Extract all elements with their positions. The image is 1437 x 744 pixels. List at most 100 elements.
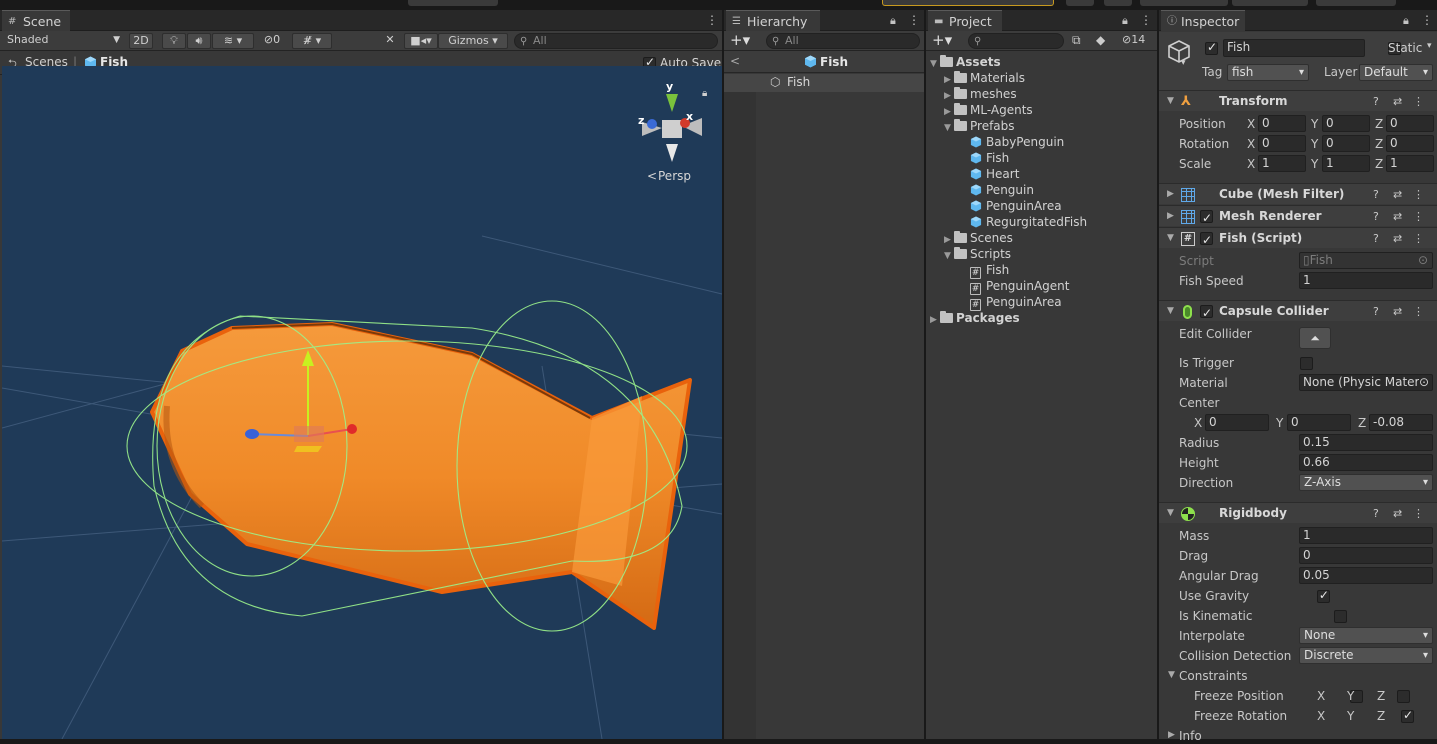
center-y-field[interactable]: 0 xyxy=(1287,414,1351,431)
rotation-y-field[interactable]: 0 xyxy=(1322,135,1370,152)
chevron-down-icon[interactable]: ▾ xyxy=(1427,41,1432,51)
cloud-button[interactable] xyxy=(1066,0,1094,6)
project-tree-item[interactable]: ▶Packages xyxy=(930,310,1020,326)
component-menu-icon[interactable]: ⋮ xyxy=(1413,184,1424,205)
freeze-position-y-checkbox[interactable] xyxy=(1397,690,1410,703)
tab-scene[interactable]: # Scene xyxy=(2,10,70,31)
scene-search-input[interactable]: ⚲All xyxy=(514,33,718,49)
inspector-menu-icon[interactable]: ⋮ xyxy=(1421,13,1429,27)
preset-icon[interactable]: ⇄ xyxy=(1393,503,1402,524)
help-icon[interactable]: ? xyxy=(1373,228,1379,249)
layer-dropdown[interactable]: Default xyxy=(1359,64,1433,81)
preset-icon[interactable]: ⇄ xyxy=(1393,91,1402,112)
scale-z-field[interactable]: 1 xyxy=(1386,155,1434,172)
help-icon[interactable]: ? xyxy=(1373,301,1379,322)
gameobject-cube-icon[interactable] xyxy=(1165,38,1193,66)
layers-dropdown[interactable] xyxy=(1232,0,1308,6)
shading-mode-dropdown[interactable]: Shaded ▼ xyxy=(3,33,123,49)
lock-icon[interactable]: 🔒︎ xyxy=(1403,14,1413,26)
fish-script-enabled-checkbox[interactable] xyxy=(1200,232,1213,245)
effects-dropdown[interactable]: ≋ ▾ xyxy=(212,33,254,49)
material-field[interactable]: None (Physic Mater ⊙ xyxy=(1299,374,1433,391)
gizmos-dropdown[interactable]: Gizmos ▾ xyxy=(438,33,508,49)
is-trigger-checkbox[interactable] xyxy=(1300,357,1313,370)
mesh-renderer-header[interactable]: ▶ Mesh Renderer ?⇄⋮ xyxy=(1159,205,1437,226)
foldout-open-icon[interactable]: ▼ xyxy=(930,56,940,72)
project-tree-item[interactable]: Heart xyxy=(970,166,1019,182)
component-menu-icon[interactable]: ⋮ xyxy=(1413,91,1424,112)
project-tree-item[interactable]: ▼Prefabs xyxy=(944,118,1015,134)
create-button[interactable]: +▾ xyxy=(932,31,952,49)
active-checkbox[interactable] xyxy=(1205,42,1218,55)
project-tree-item[interactable]: ▶Scenes xyxy=(944,230,1013,246)
freeze-rotation-x-checkbox[interactable] xyxy=(1401,710,1414,723)
project-tree-item[interactable]: ▼Scripts xyxy=(944,246,1011,262)
audio-toggle[interactable]: 🔊︎ xyxy=(187,33,211,49)
scene-viewport[interactable]: y x z 🔒︎ < Persp xyxy=(2,66,722,739)
center-x-field[interactable]: 0 xyxy=(1205,414,1269,431)
foldout-closed-icon[interactable]: ▶ xyxy=(930,312,940,328)
foldout-open-icon[interactable]: ▼ xyxy=(1168,670,1175,680)
object-picker-icon[interactable]: ⊙ xyxy=(1419,375,1429,390)
use-gravity-checkbox[interactable] xyxy=(1317,590,1330,603)
position-z-field[interactable]: 0 xyxy=(1386,115,1434,132)
lock-icon[interactable]: 🔒︎ xyxy=(1122,14,1132,26)
rigidbody-header[interactable]: ▼ Rigidbody ?⇄⋮ xyxy=(1159,502,1437,523)
interpolate-dropdown[interactable]: None xyxy=(1299,627,1433,644)
preset-icon[interactable]: ⇄ xyxy=(1393,301,1402,322)
project-tree-item[interactable]: ▼Assets xyxy=(930,54,1001,70)
project-tree-item[interactable]: #PenguinAgent xyxy=(970,278,1069,294)
project-menu-icon[interactable]: ⋮ xyxy=(1140,13,1148,27)
hierarchy-menu-icon[interactable]: ⋮ xyxy=(908,13,916,27)
project-tree-item[interactable]: BabyPenguin xyxy=(970,134,1064,150)
mass-field[interactable]: 1 xyxy=(1299,527,1433,544)
playback-controls[interactable] xyxy=(408,0,498,6)
add-button[interactable]: +▾ xyxy=(730,31,750,49)
project-tree-item[interactable]: ▶ML-Agents xyxy=(944,102,1033,118)
scale-x-field[interactable]: 1 xyxy=(1258,155,1306,172)
fish-speed-field[interactable]: 1 xyxy=(1299,272,1433,289)
help-icon[interactable]: ? xyxy=(1373,503,1379,524)
hierarchy-search-input[interactable]: ⚲All xyxy=(766,33,920,49)
layout-dropdown[interactable] xyxy=(1316,0,1396,6)
tag-dropdown[interactable]: fish xyxy=(1227,64,1309,81)
fish-mesh[interactable] xyxy=(152,324,690,628)
capsule-collider-enabled-checkbox[interactable] xyxy=(1200,305,1213,318)
component-menu-icon[interactable]: ⋮ xyxy=(1413,206,1424,227)
help-icon[interactable]: ? xyxy=(1373,91,1379,112)
lock-icon[interactable]: 🔒︎ xyxy=(890,14,900,26)
project-tree-item[interactable]: Fish xyxy=(970,150,1009,166)
tools-toggle[interactable]: ✕ xyxy=(378,33,402,49)
2d-toggle[interactable]: 2D xyxy=(129,33,153,49)
capsule-collider-header[interactable]: ▼ Capsule Collider ?⇄⋮ xyxy=(1159,300,1437,321)
project-tree-item[interactable]: #PenguinArea xyxy=(970,294,1062,310)
project-tree-item[interactable]: RegurgitatedFish xyxy=(970,214,1087,230)
hidden-packages-toggle[interactable]: ⊘14 xyxy=(1122,33,1145,46)
collab-button[interactable] xyxy=(1104,0,1132,6)
height-field[interactable]: 0.66 xyxy=(1299,454,1433,471)
preset-icon[interactable]: ⇄ xyxy=(1393,206,1402,227)
object-picker-icon[interactable]: ⊙ xyxy=(1418,253,1428,268)
projection-label[interactable]: Persp xyxy=(658,169,691,183)
scale-y-field[interactable]: 1 xyxy=(1322,155,1370,172)
filter-type-icon[interactable]: ⧉ xyxy=(1072,33,1081,48)
scene-menu-icon[interactable]: ⋮ xyxy=(706,13,714,27)
drag-field[interactable]: 0 xyxy=(1299,547,1433,564)
preset-icon[interactable]: ⇄ xyxy=(1393,228,1402,249)
object-name-field[interactable]: Fish xyxy=(1223,39,1365,57)
hidden-objects-toggle[interactable]: ⊘0 xyxy=(256,33,288,49)
component-menu-icon[interactable]: ⋮ xyxy=(1413,301,1424,322)
grid-snapping-dropdown[interactable]: #̸ ▾ xyxy=(292,33,332,49)
project-tree-item[interactable]: ▶meshes xyxy=(944,86,1017,102)
center-z-field[interactable]: -0.08 xyxy=(1369,414,1433,431)
lighting-toggle[interactable]: 💡︎ xyxy=(162,33,186,49)
component-menu-icon[interactable]: ⋮ xyxy=(1413,228,1424,249)
gizmo-lock-icon[interactable]: 🔒︎ xyxy=(702,88,707,99)
transform-header[interactable]: ▼ ⅄ Transform ?⇄⋮ xyxy=(1159,90,1437,111)
help-icon[interactable]: ? xyxy=(1373,184,1379,205)
rotation-z-field[interactable]: 0 xyxy=(1386,135,1434,152)
direction-dropdown[interactable]: Z-Axis xyxy=(1299,474,1433,491)
fish-script-header[interactable]: ▼ # Fish (Script) ?⇄⋮ xyxy=(1159,227,1437,248)
orientation-gizmo[interactable]: y x z 🔒︎ xyxy=(638,80,707,162)
foldout-open-icon[interactable]: ▼ xyxy=(944,120,954,136)
